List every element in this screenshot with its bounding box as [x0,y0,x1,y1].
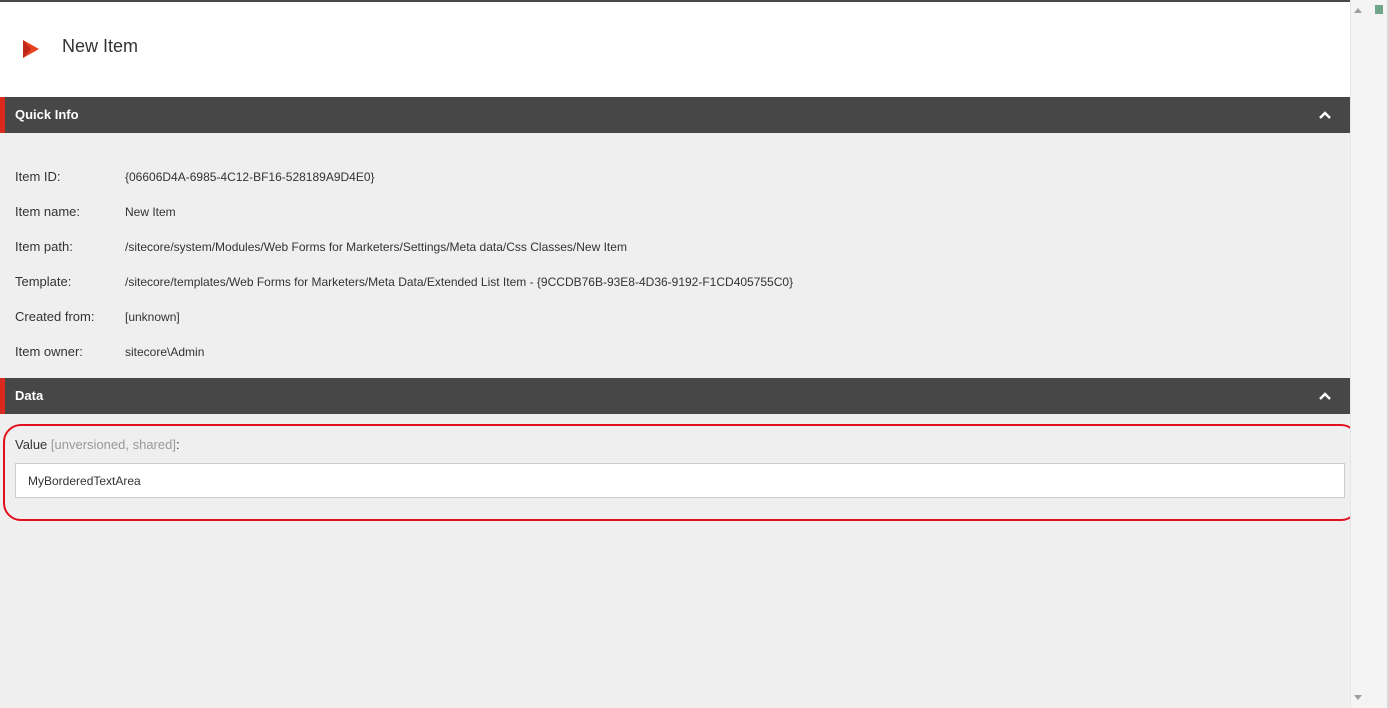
info-value: New Item [125,205,176,219]
info-label: Item owner: [15,344,83,359]
sitecore-play-logo-icon [23,40,39,58]
scroll-up-arrow-icon[interactable] [1353,6,1363,14]
info-label: Created from: [15,309,95,324]
info-value: {06606D4A-6985-4C12-BF16-528189A9D4E0} [125,170,375,184]
value-field-label: Value [unversioned, shared]: [15,437,180,452]
info-label: Item name: [15,204,81,219]
field-name: Value [15,437,48,452]
section-data[interactable]: Data [0,378,1350,414]
info-value: /sitecore/templates/Web Forms for Market… [125,275,794,289]
scrollbar-track[interactable] [1350,0,1368,708]
scroll-down-arrow-icon[interactable] [1353,694,1363,702]
section-title: Quick Info [15,107,79,122]
item-header: New Item [0,2,1350,97]
info-label: Template: [15,274,72,289]
info-value: /sitecore/system/Modules/Web Forms for M… [125,240,627,254]
chevron-up-icon[interactable] [1318,108,1332,122]
field-label-suffix: : [175,437,180,452]
content-editor: New Item Quick Info Item ID: {06606D4A-6… [0,0,1359,708]
info-label: Item ID: [15,169,61,184]
value-field-input[interactable] [15,463,1345,498]
scrollbar[interactable] [1350,0,1389,708]
page-title: New Item [62,36,139,56]
chevron-up-icon[interactable] [1318,389,1332,403]
section-quick-info[interactable]: Quick Info [0,97,1350,133]
field-meta: [unversioned, shared] [50,437,176,452]
info-value: [unknown] [125,310,180,324]
info-value: sitecore\Admin [125,345,205,359]
info-label: Item path: [15,239,73,254]
status-indicator-icon [1375,5,1383,14]
section-title: Data [15,388,44,403]
